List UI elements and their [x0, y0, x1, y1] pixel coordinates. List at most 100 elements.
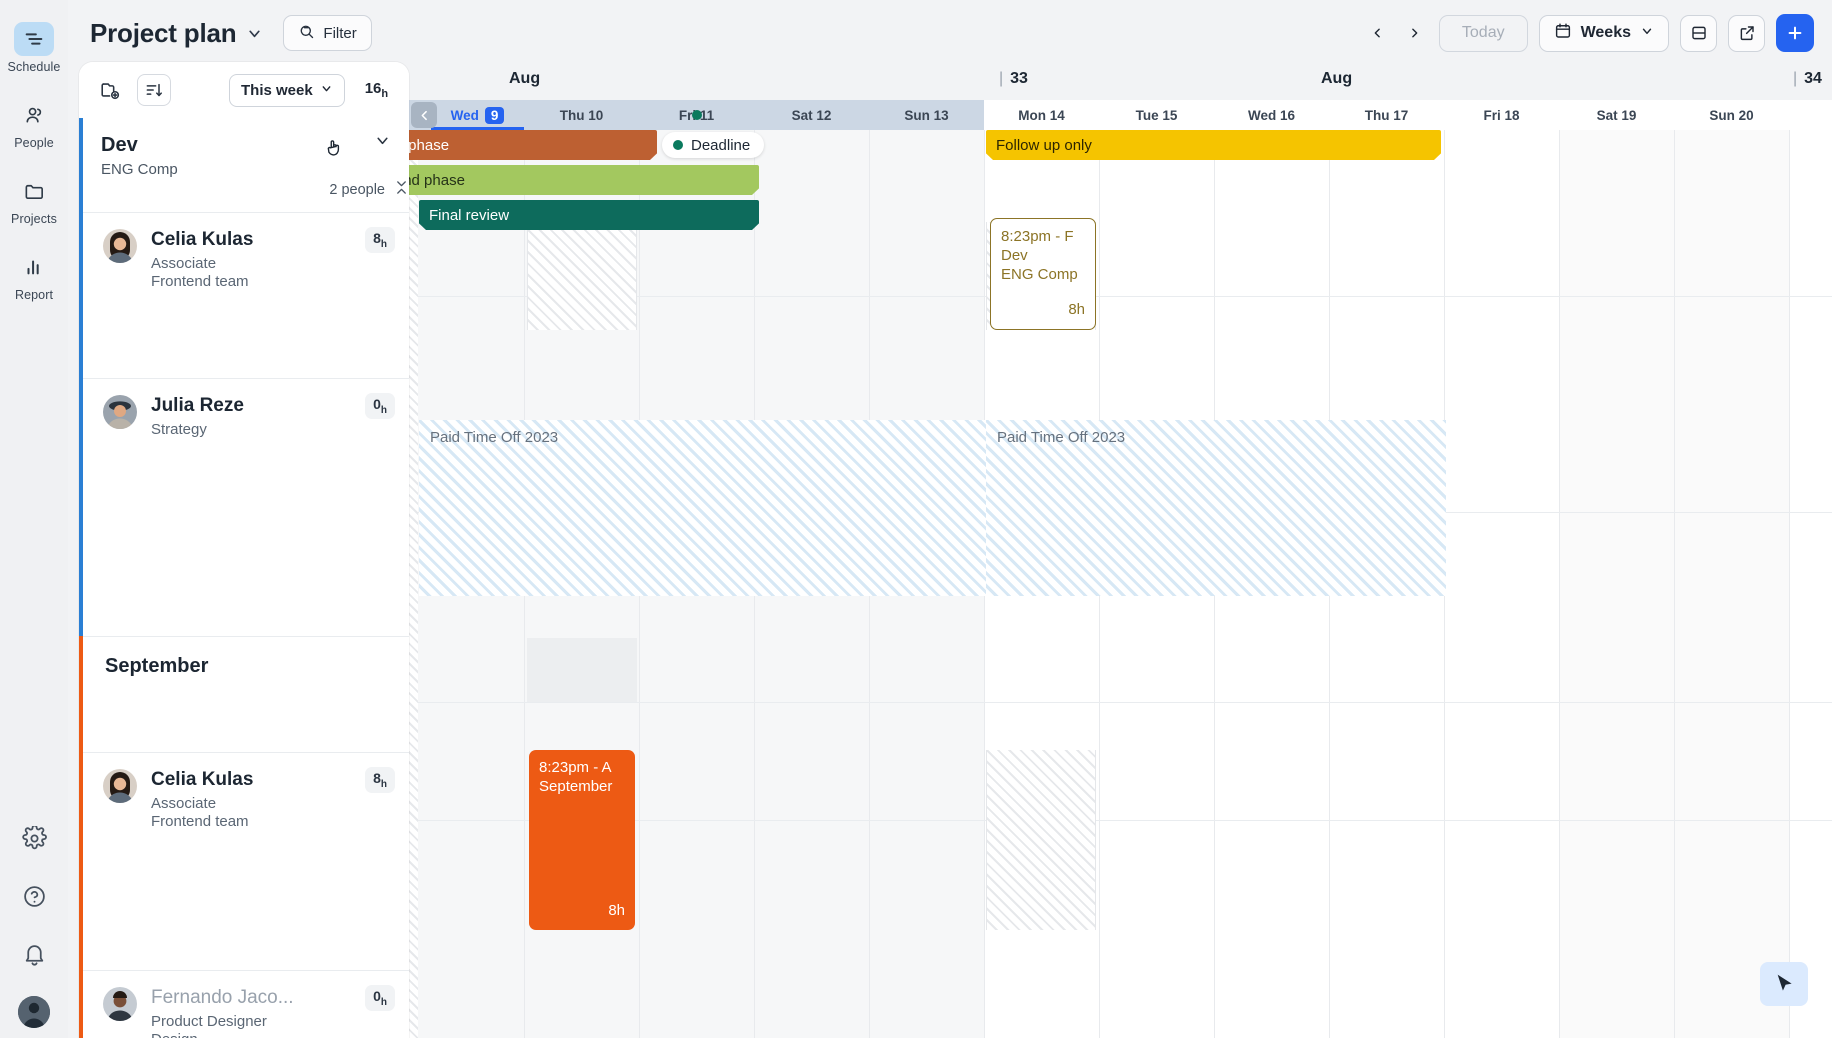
event-card-dev[interactable]: 8:23pm - F Dev ENG Comp 8h	[990, 218, 1096, 330]
calendar-week-number-right: 34	[1793, 70, 1822, 88]
pointer-tool-button[interactable]	[1760, 962, 1808, 1006]
collapse-icon	[394, 180, 409, 199]
person-role: Product Designer	[151, 1012, 267, 1030]
calendar-week-number-left: 33	[999, 70, 1028, 88]
person-row-celia-kulas-dev[interactable]: Celia Kulas Associate Frontend team 8h	[83, 212, 409, 378]
page-title: Project plan	[90, 17, 237, 48]
bar-chart-icon	[14, 250, 54, 284]
deadline-dot-icon	[673, 140, 683, 150]
scroll-back-icon[interactable]	[411, 102, 437, 128]
day-header-mon14[interactable]: Mon 14	[984, 100, 1099, 130]
event-hours: 8h	[608, 902, 625, 920]
unavailable-hatch	[409, 130, 418, 1038]
day-header-fri18[interactable]: Fri 18	[1444, 100, 1559, 130]
add-button[interactable]	[1776, 14, 1814, 52]
total-hours: 16h	[365, 80, 388, 100]
external-link-icon[interactable]	[1728, 14, 1765, 52]
event-line2: September	[539, 777, 613, 795]
chevron-down-icon[interactable]	[246, 25, 263, 42]
person-hours: 8h	[365, 767, 395, 793]
sidebar-item-schedule[interactable]: Schedule	[0, 8, 68, 74]
deadline-badge[interactable]: Deadline	[662, 132, 765, 158]
rail-bottom-group	[0, 822, 68, 1028]
calendar-month-row: Aug 33 Aug 34	[409, 62, 1832, 100]
person-role: Strategy	[151, 420, 207, 438]
period-select[interactable]: This week	[229, 73, 345, 107]
today-date-pill: 9	[484, 106, 505, 124]
avatar	[103, 229, 137, 263]
group-collapse-chevron-icon[interactable]	[374, 132, 391, 154]
sidebar-item-report[interactable]: Report	[0, 236, 68, 302]
group-header-september[interactable]: September	[83, 636, 409, 752]
range-select-weeks[interactable]: Weeks	[1538, 14, 1669, 52]
time-off-band[interactable]: Paid Time Off 2023	[986, 420, 1446, 596]
avatar	[103, 395, 137, 429]
person-row-julia-reze[interactable]: Julia Reze Strategy 0h	[83, 378, 409, 584]
event-time: 8:23pm - F	[1001, 228, 1074, 245]
person-hours-value: 8	[373, 230, 381, 246]
grid-column-line	[1559, 130, 1560, 1038]
day-header-tue15[interactable]: Tue 15	[1099, 100, 1214, 130]
gear-icon[interactable]	[18, 822, 50, 854]
today-button[interactable]: Today	[1438, 14, 1528, 52]
chevron-down-icon	[1640, 24, 1654, 43]
day-header-sun13[interactable]: Sun 13	[869, 100, 984, 130]
day-header-sat12[interactable]: Sat 12	[754, 100, 869, 130]
day-header-label: Wed	[450, 107, 479, 123]
sidebar-item-people[interactable]: People	[0, 84, 68, 150]
unavailable-hatch	[527, 222, 637, 330]
phase-bar-follow-up[interactable]: Follow up only	[986, 130, 1441, 160]
person-name: Celia Kulas	[151, 229, 254, 250]
chevron-down-icon	[320, 82, 333, 99]
next-period-button[interactable]	[1402, 18, 1428, 48]
person-hours-unit: h	[380, 238, 387, 250]
prev-period-button[interactable]	[1365, 18, 1391, 48]
person-hours: 0h	[365, 985, 395, 1011]
help-circle-icon[interactable]	[18, 880, 50, 912]
person-role: Associate	[151, 254, 217, 272]
day-header-thu10[interactable]: Thu 10	[524, 100, 639, 130]
calendar-month-right: Aug	[1321, 70, 1353, 87]
phase-bar-final[interactable]: Final review	[419, 200, 759, 230]
person-team: Design	[151, 1031, 391, 1038]
people-panel-toolbar: This week 16h	[79, 62, 409, 118]
day-header-wed16[interactable]: Wed 16	[1214, 100, 1329, 130]
filter-button[interactable]: Filter	[283, 15, 372, 51]
event-time: 8:23pm - A	[539, 759, 612, 776]
avatar[interactable]	[18, 996, 50, 1028]
new-folder-icon[interactable]	[93, 74, 127, 106]
person-row-celia-kulas-september[interactable]: Celia Kulas Associate Frontend team 8h	[83, 752, 409, 970]
day-header-thu17[interactable]: Thu 17	[1329, 100, 1444, 130]
time-off-band[interactable]: Paid Time Off 2023	[419, 420, 997, 596]
avatar	[103, 769, 137, 803]
grid-row-line	[409, 702, 1832, 703]
group-people-count-label: 2 people	[329, 181, 385, 198]
total-hours-unit: h	[381, 88, 389, 100]
group-subtitle: ENG Comp	[101, 161, 178, 178]
hover-cell-highlight	[527, 638, 637, 702]
split-view-icon[interactable]	[1680, 14, 1717, 52]
calendar-icon	[1554, 22, 1572, 45]
person-row-fernando-jacobs[interactable]: Fernando Jaco... Product Designer Design…	[83, 970, 409, 1038]
person-name: Julia Reze	[151, 395, 244, 416]
day-header-sat19[interactable]: Sat 19	[1559, 100, 1674, 130]
person-hours-value: 0	[373, 988, 381, 1004]
day-header-sun20[interactable]: Sun 20	[1674, 100, 1789, 130]
phase-bar-initial[interactable]: Initial phase	[409, 130, 657, 160]
sidebar-item-projects[interactable]: Projects	[0, 160, 68, 226]
person-name: Fernando Jaco...	[151, 987, 294, 1008]
phase-bar-second[interactable]: Second phase	[409, 165, 759, 195]
calendar-month-left: Aug	[509, 70, 541, 87]
bell-icon[interactable]	[18, 938, 50, 970]
group-people-count[interactable]: 2 people	[329, 180, 409, 199]
day-header-mon21[interactable]: Mon	[1789, 100, 1832, 130]
filter-icon	[298, 23, 315, 44]
sort-icon[interactable]	[137, 74, 171, 106]
sidebar-label-schedule: Schedule	[7, 60, 61, 74]
sidebar-label-projects: Projects	[11, 212, 57, 226]
person-hours: 8h	[365, 227, 395, 253]
group-header-dev[interactable]: Dev ENG Comp 2 people	[79, 118, 409, 198]
group-name: Dev	[101, 134, 138, 156]
hand-cursor-icon	[323, 136, 345, 165]
event-card-september[interactable]: 8:23pm - A September 8h	[529, 750, 635, 930]
